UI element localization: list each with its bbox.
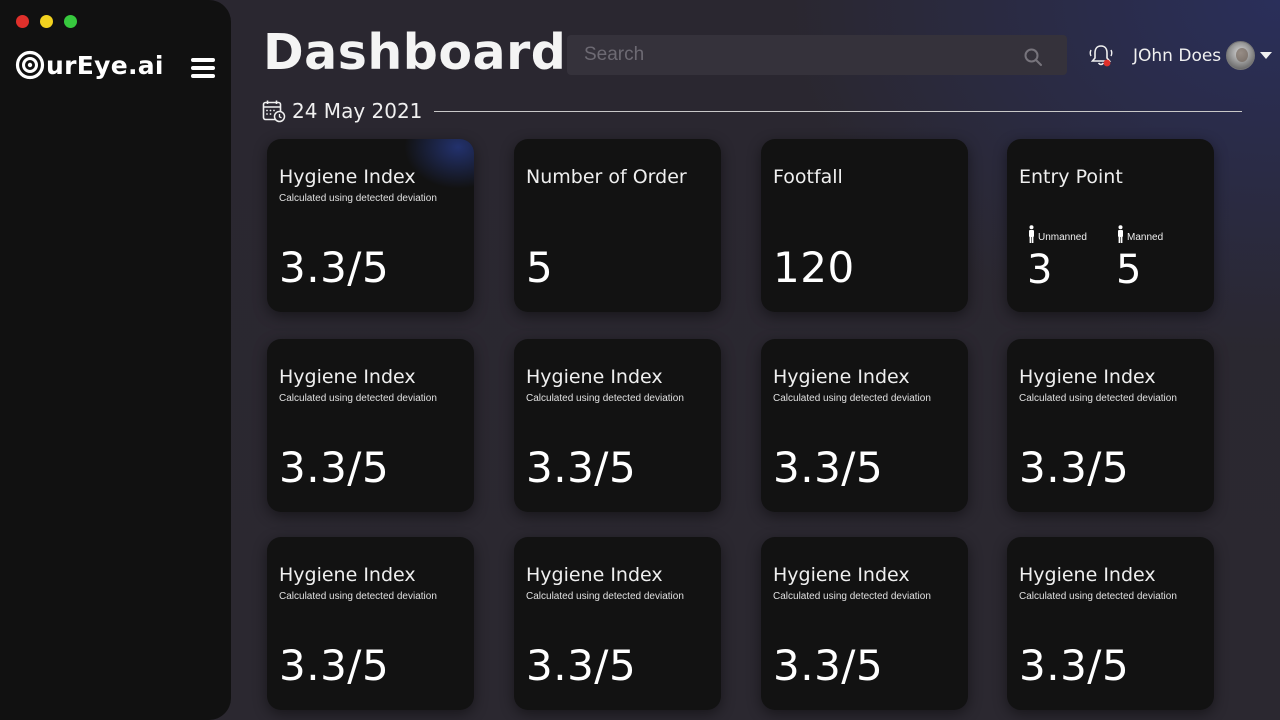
avatar[interactable] [1226,41,1256,70]
menu-icon[interactable] [191,58,215,78]
card-title: Footfall [773,166,843,188]
unmanned-stat: Unmanned 3 [1027,225,1087,293]
chevron-down-icon[interactable] [1260,52,1273,59]
card-subtitle: Calculated using detected deviation [773,393,931,404]
hygiene-index-card[interactable]: Hygiene Index Calculated using detected … [267,537,474,710]
search-bar[interactable] [567,35,1067,75]
card-subtitle: Calculated using detected deviation [1019,591,1177,602]
unmanned-value: 3 [1027,247,1053,293]
manned-stat: Manned 5 [1116,225,1163,293]
notification-dot [1103,59,1111,67]
date-row: 24 May 2021 [262,99,1242,123]
card-value: 120 [773,243,855,292]
card-value: 3.3/5 [279,641,390,690]
card-title: Entry Point [1019,166,1123,188]
notification-bell-icon[interactable] [1087,42,1115,70]
card-subtitle: Calculated using detected deviation [526,591,684,602]
hygiene-index-card[interactable]: Hygiene Index Calculated using detected … [267,339,474,512]
manned-label: Manned [1127,232,1164,243]
number-of-order-card[interactable]: Number of Order 5 [514,139,721,312]
hygiene-index-card[interactable]: Hygiene Index Calculated using detected … [761,537,968,710]
page-title: Dashboard [263,24,567,81]
search-icon[interactable] [1023,47,1043,67]
card-title: Hygiene Index [526,564,663,586]
card-subtitle: Calculated using detected deviation [526,393,684,404]
card-title: Hygiene Index [279,366,416,388]
maximize-window-button[interactable] [64,15,77,28]
card-value: 3.3/5 [1019,641,1130,690]
card-subtitle: Calculated using detected deviation [279,193,437,204]
card-title: Hygiene Index [526,366,663,388]
user-menu[interactable]: JOhn Does [1133,41,1273,70]
unmanned-label: Unmanned [1038,232,1087,243]
person-icon [1118,225,1123,243]
hygiene-index-card[interactable]: Hygiene Index Calculated using detected … [761,339,968,512]
divider [434,110,1242,112]
card-subtitle: Calculated using detected deviation [1019,393,1177,404]
card-title: Hygiene Index [1019,564,1156,586]
card-title: Hygiene Index [1019,366,1156,388]
target-eye-icon [15,50,45,80]
card-value: 3.3/5 [279,243,390,292]
card-value: 3.3/5 [279,443,390,492]
card-value: 3.3/5 [526,443,637,492]
card-value: 3.3/5 [1019,443,1130,492]
current-date: 24 May 2021 [292,99,423,123]
card-value: 3.3/5 [526,641,637,690]
window-controls [16,15,77,28]
card-title: Hygiene Index [279,166,416,188]
hygiene-index-card[interactable]: Hygiene Index Calculated using detected … [514,537,721,710]
entry-point-card[interactable]: Entry Point Unmanned 3 Manned 5 [1007,139,1214,312]
hygiene-index-card[interactable]: Hygiene Index Calculated using detected … [1007,339,1214,512]
minimize-window-button[interactable] [40,15,53,28]
brand-logo[interactable]: urEye.ai [15,50,164,80]
calendar-clock-icon[interactable] [262,99,286,123]
card-subtitle: Calculated using detected deviation [279,393,437,404]
card-title: Number of Order [526,166,687,188]
card-subtitle: Calculated using detected deviation [773,591,931,602]
search-input[interactable] [567,35,1007,75]
card-value: 3.3/5 [773,641,884,690]
card-value: 3.3/5 [773,443,884,492]
card-title: Hygiene Index [279,564,416,586]
hygiene-index-card[interactable]: Hygiene Index Calculated using detected … [514,339,721,512]
manned-value: 5 [1116,247,1142,293]
close-window-button[interactable] [16,15,29,28]
card-title: Hygiene Index [773,366,910,388]
footfall-card[interactable]: Footfall 120 [761,139,968,312]
sidebar: urEye.ai [0,0,231,720]
user-name: JOhn Does [1133,45,1222,66]
hygiene-index-card[interactable]: Hygiene Index Calculated using detected … [267,139,474,312]
brand-name: urEye.ai [46,50,164,80]
hygiene-index-card[interactable]: Hygiene Index Calculated using detected … [1007,537,1214,710]
card-value: 5 [526,243,554,292]
person-icon [1029,225,1034,243]
card-subtitle: Calculated using detected deviation [279,591,437,602]
card-title: Hygiene Index [773,564,910,586]
